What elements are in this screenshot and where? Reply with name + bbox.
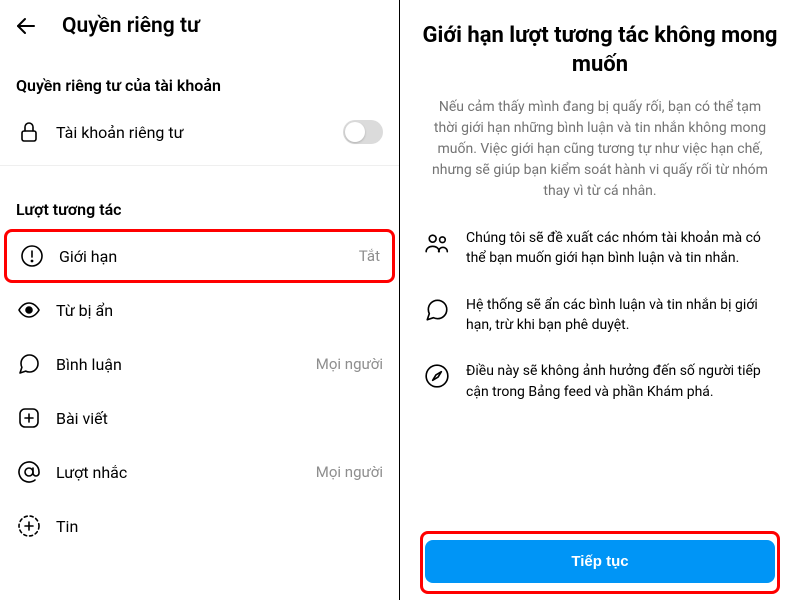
comments-row[interactable]: Bình luận Mọi người	[0, 337, 399, 391]
info-text-hidden: Hệ thống sẽ ẩn các bình luận và tin nhắn…	[466, 295, 776, 336]
private-account-row[interactable]: Tài khoản riêng tư	[0, 105, 399, 159]
posts-row[interactable]: Bài viết	[0, 391, 399, 445]
private-account-label: Tài khoản riêng tư	[56, 123, 329, 142]
mentions-value: Mọi người	[316, 463, 383, 481]
limits-title: Giới hạn lượt tương tác không mong muốn	[420, 22, 780, 79]
chat-icon	[424, 297, 450, 323]
info-row-hidden: Hệ thống sẽ ẩn các bình luận và tin nhắn…	[420, 295, 780, 336]
page-title: Quyền riêng tư	[62, 14, 200, 38]
arrow-left-icon	[14, 14, 38, 38]
limits-label: Giới hạn	[59, 247, 345, 266]
alert-circle-icon	[19, 243, 45, 269]
privacy-settings-screen: Quyền riêng tư Quyền riêng tư của tài kh…	[0, 0, 400, 600]
compass-icon	[424, 363, 450, 389]
limits-intro-screen: Giới hạn lượt tương tác không mong muốn …	[400, 0, 800, 600]
limits-value: Tắt	[359, 247, 380, 265]
comments-label: Bình luận	[56, 355, 302, 374]
mentions-row[interactable]: Lượt nhắc Mọi người	[0, 445, 399, 499]
continue-button[interactable]: Tiếp tục	[425, 540, 775, 583]
mentions-label: Lượt nhắc	[56, 463, 302, 482]
people-icon	[424, 230, 450, 256]
section-interactions: Lượt tương tác	[0, 172, 399, 229]
plus-square-icon	[16, 405, 42, 431]
stories-label: Tin	[56, 517, 383, 536]
posts-label: Bài viết	[56, 409, 383, 428]
info-text-reach: Điều này sẽ không ảnh hưởng đến số người…	[466, 361, 776, 402]
plus-circle-icon	[16, 513, 42, 539]
header: Quyền riêng tư	[0, 0, 399, 48]
divider	[0, 165, 399, 166]
info-text-groups: Chúng tôi sẽ đề xuất các nhóm tài khoản …	[466, 228, 776, 269]
comment-icon	[16, 351, 42, 377]
comments-value: Mọi người	[316, 355, 383, 373]
limits-row[interactable]: Giới hạn Tắt	[4, 229, 395, 283]
stories-row[interactable]: Tin	[0, 499, 399, 553]
private-account-toggle[interactable]	[343, 120, 383, 144]
info-row-reach: Điều này sẽ không ảnh hưởng đến số người…	[420, 361, 780, 402]
limits-description: Nếu cảm thấy mình đang bị quấy rối, bạn …	[420, 97, 780, 202]
back-button[interactable]	[14, 14, 38, 38]
info-row-groups: Chúng tôi sẽ đề xuất các nhóm tài khoản …	[420, 228, 780, 269]
lock-icon	[16, 119, 42, 145]
eye-off-icon	[16, 297, 42, 323]
hidden-words-label: Từ bị ẩn	[56, 301, 383, 320]
continue-highlight: Tiếp tục	[420, 531, 780, 594]
section-account-privacy: Quyền riêng tư của tài khoản	[0, 48, 399, 105]
hidden-words-row[interactable]: Từ bị ẩn	[0, 283, 399, 337]
at-sign-icon	[16, 459, 42, 485]
